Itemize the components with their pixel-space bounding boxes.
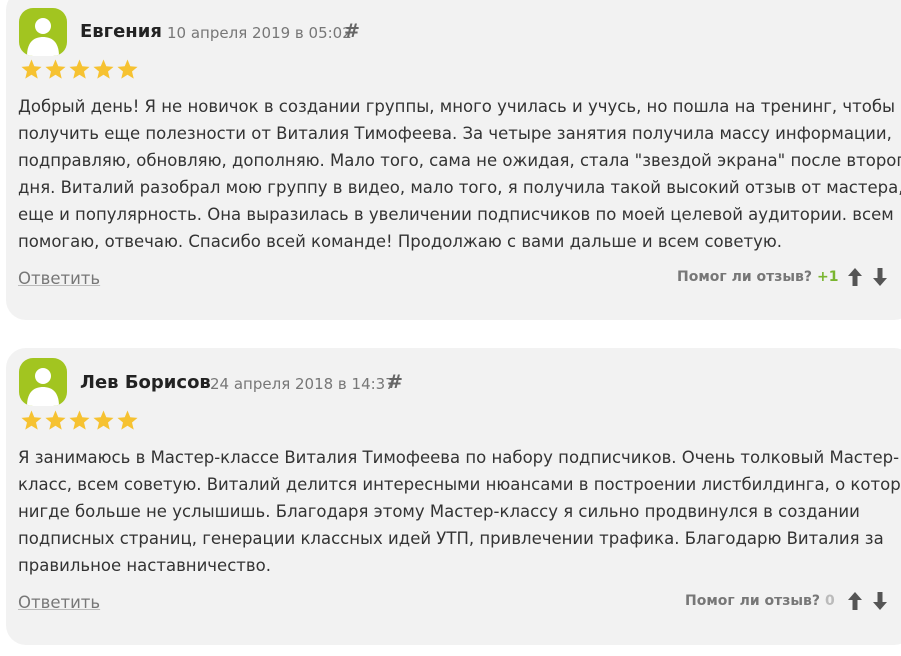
- review-text-line: подписных страниц, генерации классных ид…: [18, 529, 884, 548]
- review-text-line: дня. Виталий разобрал мою группу в видео…: [18, 178, 901, 197]
- star-icon: [117, 59, 138, 79]
- arrow-down-icon[interactable]: [872, 267, 888, 287]
- arrow-up-icon[interactable]: [847, 591, 863, 611]
- review-text: Добрый день! Я не новичок в создании гру…: [18, 93, 901, 255]
- review-date: 10 апреля 2019 в 05:02: [167, 24, 352, 42]
- review-text-line: помогаю, отвечаю. Спасибо всей команде! …: [18, 232, 783, 251]
- star-icon: [21, 59, 42, 79]
- reply-link[interactable]: Ответить: [18, 269, 100, 288]
- review-text-line: нигде больше не услышишь. Благодаря этом…: [18, 502, 860, 521]
- star-icon: [45, 410, 66, 430]
- star-icon: [21, 410, 42, 430]
- review-text-line: Добрый день! Я не новичок в создании гру…: [18, 97, 896, 116]
- user-avatar-icon: [19, 8, 67, 56]
- review-text-line: правильное наставничество.: [18, 556, 271, 575]
- user-avatar-icon: [19, 358, 67, 406]
- reply-link[interactable]: Ответить: [18, 593, 100, 612]
- star-icon: [117, 410, 138, 430]
- star-icon: [93, 59, 114, 79]
- permalink-hash-link[interactable]: #: [387, 371, 403, 393]
- star-rating: [20, 409, 139, 432]
- review-date: 24 апреля 2018 в 14:37: [210, 375, 395, 393]
- star-icon: [69, 410, 90, 430]
- arrow-down-icon[interactable]: [872, 591, 888, 611]
- review-text-line: подправляю, обновляю, дополняю. Мало тог…: [18, 151, 901, 170]
- review-card: Евгения 10 апреля 2019 в 05:02 # Добрый …: [6, 0, 901, 320]
- review-text-line: получить еще полезности от Виталия Тимоф…: [18, 124, 892, 143]
- star-rating: [20, 58, 139, 81]
- review-text-line: еще и популярность. Она выразилась в уве…: [18, 205, 894, 224]
- review-text-line: Я занимаюсь в Мастер-классе Виталия Тимо…: [18, 448, 900, 467]
- star-icon: [93, 410, 114, 430]
- helpful-question: Помог ли отзыв?: [685, 593, 821, 609]
- helpful-score: +1: [817, 269, 839, 285]
- review-author: Лев Борисов: [80, 372, 211, 393]
- helpful-score: 0: [825, 593, 835, 609]
- star-icon: [69, 59, 90, 79]
- review-text-line: класс, всем советую. Виталий делится инт…: [18, 475, 901, 494]
- arrow-up-icon[interactable]: [847, 267, 863, 287]
- permalink-hash-link[interactable]: #: [344, 20, 360, 42]
- helpful-question: Помог ли отзыв?: [677, 269, 813, 285]
- review-card: Лев Борисов 24 апреля 2018 в 14:37 # Я з…: [6, 348, 901, 645]
- review-text: Я занимаюсь в Мастер-классе Виталия Тимо…: [18, 444, 901, 579]
- star-icon: [45, 59, 66, 79]
- review-author: Евгения: [80, 21, 162, 42]
